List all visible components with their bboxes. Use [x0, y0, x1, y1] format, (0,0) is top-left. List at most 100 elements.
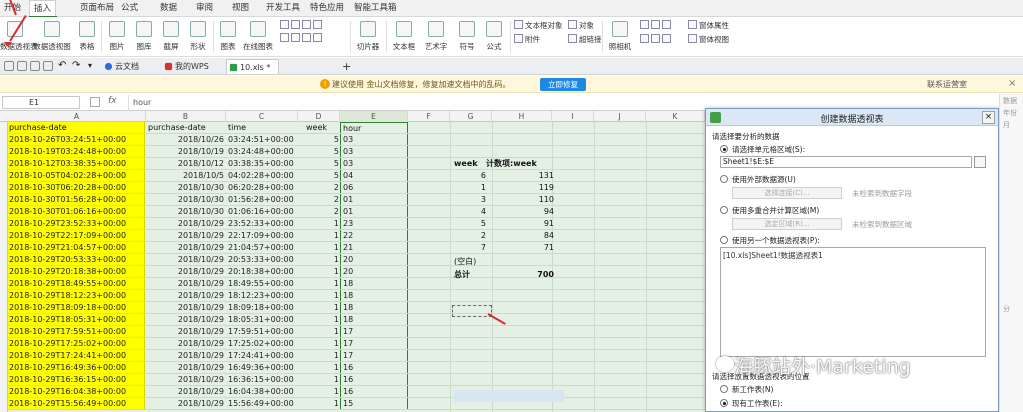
cell-time[interactable]: 18:09:18+00:00	[226, 302, 298, 313]
doc-tab-mywps[interactable]: 我的WPS	[162, 59, 209, 74]
pivot-header-count[interactable]: 计数项:week	[486, 158, 537, 169]
cell-hour[interactable]: 18	[340, 314, 408, 325]
cell-purchase-date[interactable]: 2018/10/30	[146, 194, 226, 205]
cell-time[interactable]: 20:18:38+00:00	[226, 266, 298, 277]
close-icon[interactable]: ×	[1008, 78, 1016, 89]
cell-week[interactable]: 1	[298, 290, 340, 301]
range-picker-icon[interactable]	[974, 156, 986, 168]
cell-hour[interactable]: 23	[340, 218, 408, 229]
cell-purchase-date[interactable]: 2018/10/29	[146, 386, 226, 397]
cell-week[interactable]: 1	[298, 218, 340, 229]
pivot-blank[interactable]: (空白)	[454, 256, 476, 267]
cell-purchase-date[interactable]: 2018/10/19	[146, 146, 226, 157]
cell-week[interactable]: 1	[298, 326, 340, 337]
slicer-button[interactable]: 切片器	[354, 20, 382, 56]
textbox-button[interactable]: 文本框	[390, 20, 418, 56]
cell-purchase-date-raw[interactable]: 2018-10-29T15:56:49+00:00	[8, 398, 145, 409]
cell-hour[interactable]: 16	[340, 362, 408, 373]
col-header-e[interactable]: E	[340, 111, 408, 122]
doc-tab-cloud[interactable]: 云文档	[102, 59, 139, 74]
cell-purchase-date-raw[interactable]: 2018-10-05T04:02:28+00:00	[8, 170, 145, 181]
cell-week[interactable]: 5	[298, 170, 340, 181]
cell-purchase-date-raw[interactable]: 2018-10-12T03:38:35+00:00	[8, 158, 145, 169]
cell-purchase-date[interactable]: 2018/10/29	[146, 230, 226, 241]
pivot-total-label[interactable]: 总计	[454, 269, 470, 280]
pivot-row-week[interactable]: 1	[456, 182, 486, 193]
notice-link[interactable]: 联系运营室	[927, 79, 967, 90]
cell-time[interactable]: 22:17:09+00:00	[226, 230, 298, 241]
radio-multi-consolidation[interactable]	[720, 206, 728, 214]
cell-purchase-date-raw[interactable]: 2018-10-29T16:36:15+00:00	[8, 374, 145, 385]
cell-week[interactable]: 1	[298, 242, 340, 253]
cell-purchase-date[interactable]: 2018/10/29	[146, 242, 226, 253]
cell-hour[interactable]: 18	[340, 302, 408, 313]
cell-time[interactable]: 17:24:41+00:00	[226, 350, 298, 361]
radio-external-source[interactable]	[720, 175, 728, 183]
cell-hour[interactable]: 03	[340, 158, 408, 169]
col-header-f[interactable]: F	[408, 111, 450, 122]
cell-hour[interactable]: 01	[340, 206, 408, 217]
cell-week[interactable]: 1	[298, 350, 340, 361]
window-props-button[interactable]: 窗体属性	[688, 20, 729, 31]
repair-now-button[interactable]: 立即修复	[540, 78, 586, 91]
window-view-button[interactable]: 窗体视图	[688, 34, 729, 45]
picture-button[interactable]: 图片	[104, 20, 130, 56]
cell-hour[interactable]: 20	[340, 254, 408, 265]
cell-time[interactable]: 01:06:16+00:00	[226, 206, 298, 217]
col-header-a[interactable]: A	[8, 111, 146, 122]
cell-week[interactable]: 1	[298, 338, 340, 349]
col-header-b[interactable]: B	[146, 111, 226, 122]
cell-purchase-date-raw[interactable]: 2018-10-30T01:06:16+00:00	[8, 206, 145, 217]
cell-time[interactable]: 23:52:33+00:00	[226, 218, 298, 229]
object-button[interactable]: 对象	[568, 20, 594, 31]
tab-data[interactable]: 数据	[156, 0, 181, 17]
radio-new-sheet[interactable]	[720, 385, 728, 393]
cell-hour[interactable]: 18	[340, 290, 408, 301]
camera-button[interactable]: 照相机	[606, 20, 634, 56]
cell-purchase-date-raw[interactable]: 2018-10-29T20:53:33+00:00	[8, 254, 145, 265]
cell-purchase-date[interactable]: 2018/10/5	[146, 170, 226, 181]
cell-purchase-date-raw[interactable]: 2018-10-30T06:20:28+00:00	[8, 182, 145, 193]
cell-purchase-date-raw[interactable]: 2018-10-29T16:04:38+00:00	[8, 386, 145, 397]
cell-time[interactable]: 03:24:51+00:00	[226, 134, 298, 145]
pivot-row-count[interactable]: 131	[524, 170, 554, 181]
save-icon[interactable]	[4, 61, 14, 71]
cell-purchase-date[interactable]: 2018/10/29	[146, 302, 226, 313]
cell-purchase-date-raw[interactable]: 2018-10-29T18:05:31+00:00	[8, 314, 145, 325]
zoom-icon[interactable]	[90, 97, 100, 107]
cell-hour[interactable]: 20	[340, 266, 408, 277]
cell-week[interactable]: 1	[298, 278, 340, 289]
cell-purchase-date-raw[interactable]: 2018-10-29T18:12:23+00:00	[8, 290, 145, 301]
cell-purchase-date[interactable]: 2018/10/26	[146, 134, 226, 145]
cell-time[interactable]: 01:56:28+00:00	[226, 194, 298, 205]
customize-icon[interactable]: ▾	[88, 61, 98, 71]
cell-hour[interactable]: 06	[340, 182, 408, 193]
cell-purchase-date[interactable]: 2018/10/30	[146, 206, 226, 217]
col-header-h[interactable]: H	[492, 111, 552, 122]
cell-time[interactable]: 03:24:48+00:00	[226, 146, 298, 157]
pivot-row-week[interactable]: 3	[456, 194, 486, 205]
cell-purchase-date-raw[interactable]: 2018-10-29T23:52:33+00:00	[8, 218, 145, 229]
cell-purchase-date[interactable]: 2018/10/29	[146, 398, 226, 409]
textframe-object-button[interactable]: 文本框对象	[514, 20, 563, 31]
attachment-button[interactable]: 附件	[514, 34, 540, 45]
pivot-row-week[interactable]: 7	[456, 242, 486, 253]
cell-purchase-date[interactable]: 2018/10/12	[146, 158, 226, 169]
col-header-j[interactable]: J	[594, 111, 646, 122]
hyperlink-button[interactable]: 超链接	[568, 34, 602, 45]
cell-week[interactable]: 1	[298, 266, 340, 277]
preview-icon[interactable]	[30, 61, 40, 71]
screenshot-button[interactable]: 截屏	[158, 20, 184, 56]
pivot-table-button[interactable]: 数据透视表	[0, 20, 38, 56]
col-header-k[interactable]: K	[646, 111, 705, 122]
cell-week[interactable]: 2	[298, 194, 340, 205]
radio-existing-sheet[interactable]	[720, 399, 728, 407]
cell-week[interactable]: 1	[298, 398, 340, 409]
cell-time[interactable]: 16:36:15+00:00	[226, 374, 298, 385]
cell-hour[interactable]: 15	[340, 398, 408, 409]
tab-smart-toolbox[interactable]: 智能工具箱	[350, 0, 401, 17]
cell-week[interactable]: 1	[298, 230, 340, 241]
choose-area-button[interactable]: 选定区域(R)...	[732, 218, 842, 230]
pivot-row-count[interactable]: 94	[524, 206, 554, 217]
form-controls-row-2[interactable]	[640, 34, 673, 45]
